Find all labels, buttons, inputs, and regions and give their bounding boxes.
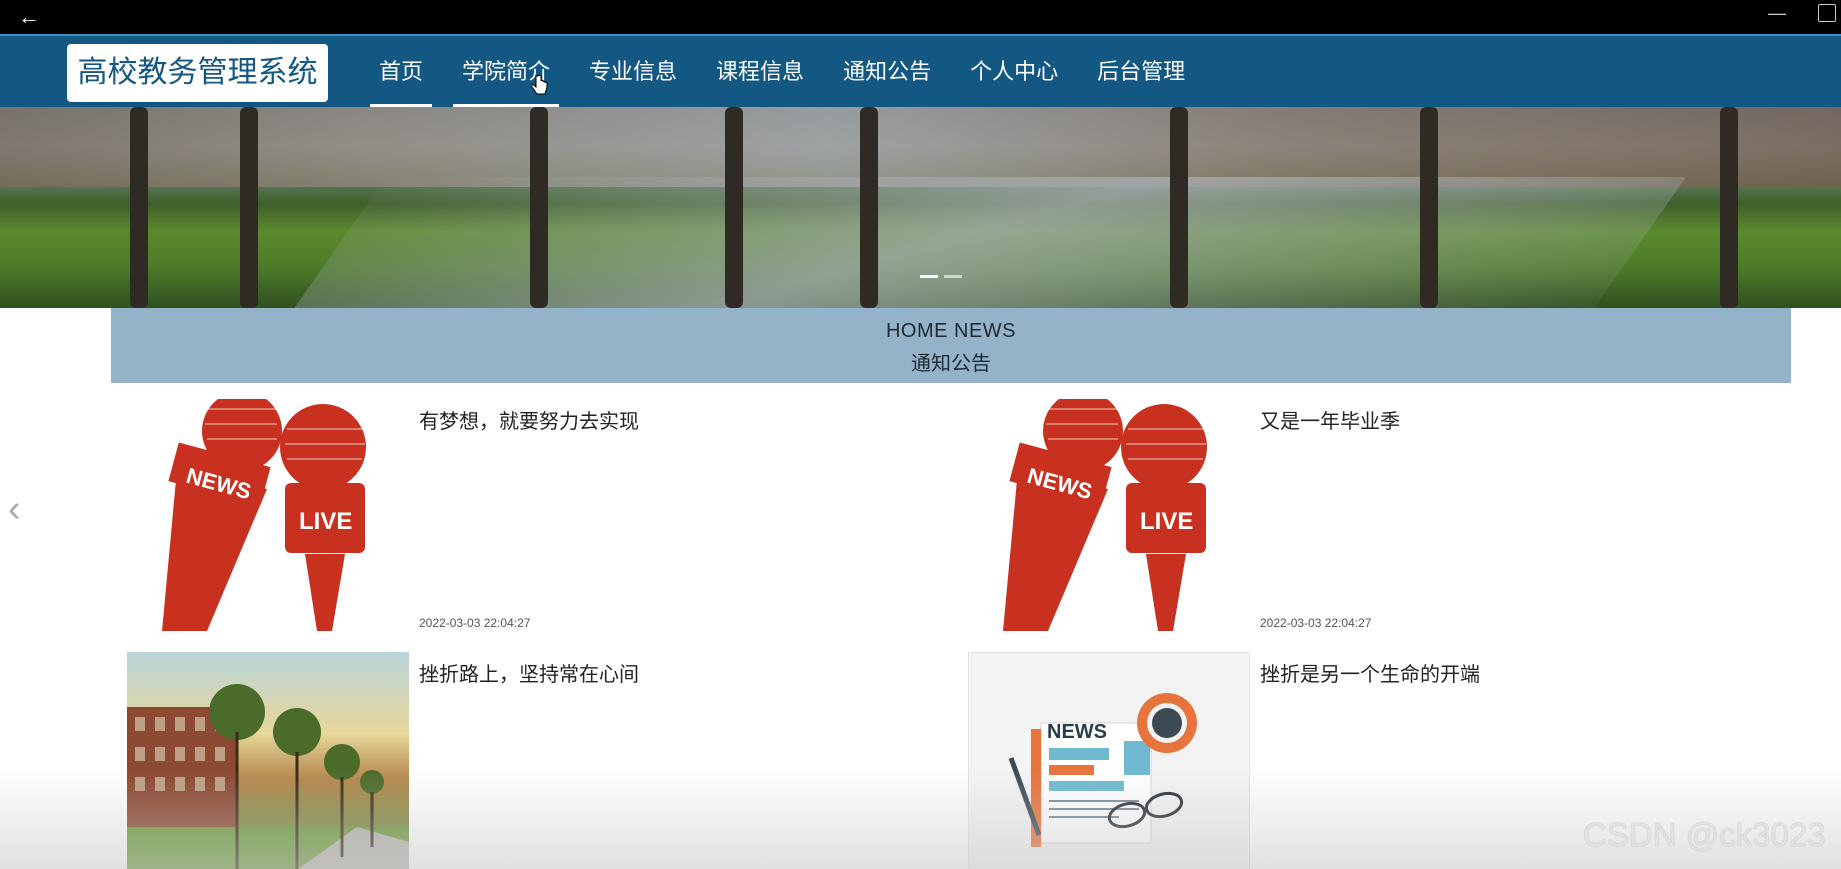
minimize-icon[interactable]: — (1768, 2, 1790, 24)
news-date: 2022-03-03 22:04:27 (419, 616, 531, 630)
banner-tree (725, 107, 743, 308)
banner-tree (1170, 107, 1188, 308)
banner-path (273, 177, 1687, 308)
chevron-left-icon[interactable]: ‹ (8, 488, 34, 530)
banner-buildings (0, 107, 1841, 187)
arrow-left-icon[interactable]: ← (18, 4, 44, 30)
banner-tree (1420, 107, 1438, 308)
campus-building-photo (127, 652, 409, 869)
site-header: 高校教务管理系统 首页 学院简介 专业信息 课程信息 通知公告 个人中心 后台管… (0, 34, 1841, 107)
svg-text:NEWS: NEWS (1047, 721, 1107, 743)
banner-tree (860, 107, 878, 308)
news-heading-cn: 通知公告 (911, 353, 991, 375)
banner-tree (240, 107, 258, 308)
restore-icon[interactable] (1818, 4, 1836, 22)
svg-text:LIVE: LIVE (299, 508, 352, 535)
nav-item-notices[interactable]: 通知公告 (834, 36, 940, 107)
news-title[interactable]: 挫折路上，坚持常在心间 (419, 658, 639, 687)
news-title[interactable]: 有梦想，就要努力去实现 (419, 405, 639, 434)
window-titlebar: ← — (0, 0, 1841, 34)
nav-item-course-info[interactable]: 课程信息 (707, 36, 813, 107)
hero-banner[interactable] (0, 107, 1841, 308)
news-title[interactable]: 挫折是另一个生命的开端 (1260, 658, 1480, 687)
banner-tree (530, 107, 548, 308)
banner-dot[interactable] (920, 275, 938, 278)
news-date: 2022-03-03 22:04:27 (1260, 616, 1372, 630)
banner-dot[interactable] (944, 275, 962, 278)
news-live-microphone-icon: NEWS LIVE (127, 399, 409, 631)
banner-tree (130, 107, 148, 308)
nav-item-home[interactable]: 首页 (370, 36, 433, 107)
banner-pagination (920, 275, 962, 278)
main-nav: 首页 学院简介 专业信息 课程信息 通知公告 个人中心 后台管理 (370, 36, 1215, 107)
nav-item-personal-center[interactable]: 个人中心 (961, 36, 1067, 107)
svg-text:LIVE: LIVE (1140, 508, 1193, 535)
site-logo[interactable]: 高校教务管理系统 (67, 44, 328, 102)
nav-item-major-info[interactable]: 专业信息 (580, 36, 686, 107)
nav-item-admin[interactable]: 后台管理 (1088, 36, 1194, 107)
watermark: CSDN @ck3023 (1583, 816, 1826, 853)
news-title[interactable]: 又是一年毕业季 (1260, 405, 1400, 434)
hand-cursor-icon (531, 74, 548, 95)
news-item[interactable]: NEWS LIVE 有梦想，就要努力去实现 2022-03-03 22:04:2… (127, 399, 947, 631)
news-heading-en: HOME NEWS (885, 320, 1017, 342)
news-live-microphone-icon: NEWS LIVE (968, 399, 1250, 631)
banner-tree (1720, 107, 1738, 308)
news-section-heading: HOME NEWS 通知公告 (111, 308, 1791, 383)
news-item[interactable]: 挫折路上，坚持常在心间 (127, 652, 947, 869)
news-item[interactable]: NEWS LIVE 又是一年毕业季 2022-03-03 22:04:27 (968, 399, 1788, 631)
newspaper-glasses-icon: NEWS (968, 652, 1250, 869)
